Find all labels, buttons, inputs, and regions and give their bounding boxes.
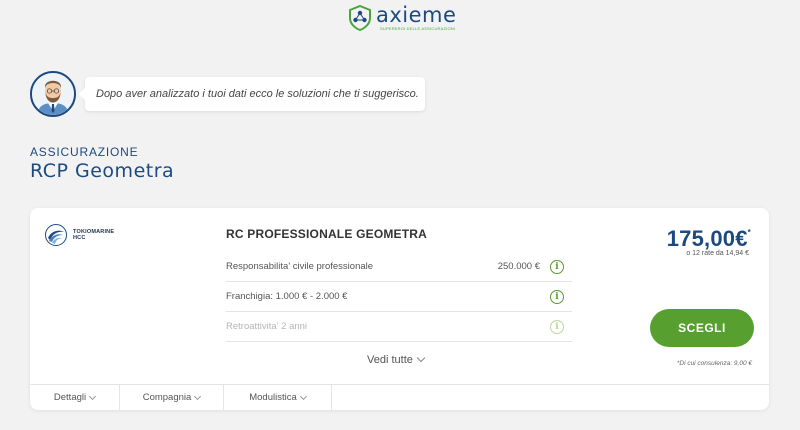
price-block: 175,00€* o 12 rate da 14,94 €	[667, 226, 751, 257]
consultation-note: *Di cui consulenza: 9,00 €	[676, 360, 752, 367]
tab-documents[interactable]: Modulistica	[224, 385, 332, 410]
info-icon[interactable]: i	[550, 259, 564, 274]
advisor-message: Dopo aver analizzato i tuoi dati ecco le…	[96, 88, 419, 100]
view-all-link[interactable]: Vedi tutte	[367, 353, 426, 366]
axieme-logo[interactable]: axieme SUPEREROI DELLE ASSICURAZIONI	[348, 4, 456, 31]
view-all-label: Vedi tutte	[367, 354, 413, 366]
offer-card: TOKIOMARINE HCC RC PROFESSIONALE GEOMETR…	[30, 208, 769, 410]
price-asterisk: *	[747, 228, 751, 237]
coverage-row: Franchigia: 1.000 € - 2.000 € i	[226, 282, 572, 312]
price-value: 175,00€	[666, 226, 748, 251]
company-logo: TOKIOMARINE HCC	[45, 224, 114, 246]
logo-tagline: SUPEREROI DELLE ASSICURAZIONI	[380, 26, 456, 31]
offer-tabs: Dettagli Compagnia Modulistica	[30, 384, 769, 410]
logo-name: axieme	[376, 3, 457, 27]
tokiomarine-logo-icon	[45, 224, 67, 246]
tab-label: Compagnia	[142, 392, 192, 403]
shield-logo-icon	[349, 4, 371, 31]
chevron-down-icon	[299, 392, 307, 400]
tab-details[interactable]: Dettagli	[30, 385, 120, 410]
coverage-value: 250.000 €	[497, 261, 540, 272]
coverage-label: Responsabilita' civile professionale	[226, 261, 374, 272]
coverage-row: Retroattivita' 2 anni i	[226, 312, 572, 342]
tab-label: Modulistica	[249, 392, 297, 403]
tab-company[interactable]: Compagnia	[120, 385, 224, 410]
product-title: RC PROFESSIONALE GEOMETRA	[226, 227, 428, 241]
advisor-avatar	[30, 71, 76, 117]
info-icon[interactable]: i	[550, 319, 564, 334]
choose-button[interactable]: SCEGLI	[650, 309, 754, 347]
chevron-down-icon	[194, 392, 202, 400]
tab-label: Dettagli	[53, 392, 87, 403]
page-title: RCP Geometra	[30, 160, 175, 182]
info-icon[interactable]: i	[550, 289, 564, 304]
coverage-label: Franchigia: 1.000 € - 2.000 €	[226, 291, 348, 302]
section-label: ASSICURAZIONE	[30, 145, 139, 159]
advisor-message-bubble: Dopo aver analizzato i tuoi dati ecco le…	[79, 77, 425, 111]
price: 175,00€*	[667, 226, 751, 252]
chevron-down-icon	[416, 353, 426, 363]
advisor-avatar-icon	[32, 73, 74, 115]
chevron-down-icon	[89, 392, 97, 400]
coverage-row: Responsabilita' civile professionale 250…	[226, 252, 572, 282]
coverage-label: Retroattivita' 2 anni	[226, 321, 308, 332]
company-sub: HCC	[73, 235, 86, 241]
